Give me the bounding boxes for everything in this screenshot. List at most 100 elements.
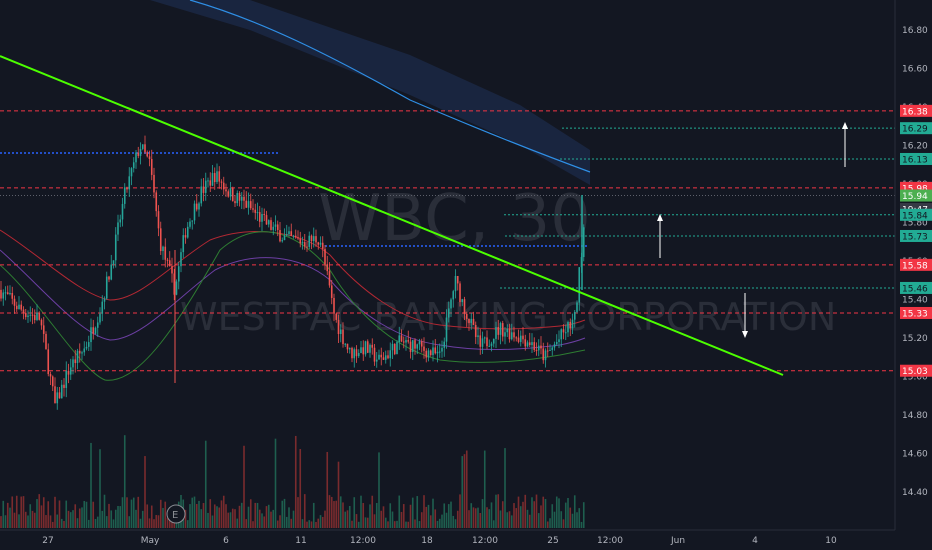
volume-bar xyxy=(508,511,511,528)
volume-bar xyxy=(112,519,115,528)
volume-bar xyxy=(4,515,7,528)
volume-bar xyxy=(443,503,446,528)
candle-body xyxy=(108,276,110,280)
candle-body xyxy=(472,318,475,325)
candle-body xyxy=(423,346,425,351)
volume-bar xyxy=(420,512,423,528)
volume-bar xyxy=(236,518,239,528)
candle-body xyxy=(49,374,52,377)
candle-body xyxy=(74,359,77,364)
candle-body xyxy=(504,332,506,337)
candle-body xyxy=(578,267,581,303)
candle-body xyxy=(391,343,394,351)
candle-body xyxy=(24,312,27,318)
volume-bar xyxy=(74,504,77,528)
volume-bar xyxy=(245,519,248,528)
volume-bar xyxy=(155,514,158,528)
volume-bar xyxy=(141,510,144,528)
volume-bar xyxy=(198,500,200,528)
candle-body xyxy=(434,347,437,354)
volume-bar xyxy=(279,515,281,528)
volume-bar xyxy=(499,510,502,528)
volume-bar xyxy=(15,495,18,528)
volume-bar xyxy=(324,510,326,528)
candle-body xyxy=(148,156,151,159)
volume-bar xyxy=(330,496,333,528)
volume-bar xyxy=(40,505,43,528)
candle-body xyxy=(101,301,104,314)
candle-body xyxy=(371,344,374,348)
candle-body xyxy=(69,367,72,375)
y-tick-label: 14.80 xyxy=(902,411,928,421)
volume-bar xyxy=(137,496,140,528)
candle-body xyxy=(38,312,41,320)
candle-body xyxy=(191,220,194,222)
candle-body xyxy=(290,231,293,236)
candle-body xyxy=(135,152,137,163)
candle-body xyxy=(184,235,187,238)
x-tick-label: 11 xyxy=(295,536,306,546)
candle-body xyxy=(411,340,414,352)
volume-bar xyxy=(117,505,119,528)
candle-body xyxy=(274,224,277,227)
candle-body xyxy=(549,349,551,351)
volume-bar xyxy=(56,514,59,528)
volume-bar xyxy=(571,513,574,528)
y-tick-label: 16.80 xyxy=(902,26,928,36)
candle-body xyxy=(92,327,95,334)
candle-body xyxy=(33,315,36,321)
volume-bar xyxy=(461,456,464,528)
candle-body xyxy=(112,260,115,265)
volume-bar xyxy=(45,515,47,528)
candle-body xyxy=(247,201,250,208)
volume-bar xyxy=(522,501,524,528)
volume-bar xyxy=(301,519,304,528)
volume-bar xyxy=(96,516,99,528)
x-tick-label: 4 xyxy=(752,536,758,546)
candle-body xyxy=(216,171,218,183)
volume-bar xyxy=(303,494,306,528)
candle-body xyxy=(387,355,389,359)
volume-bar xyxy=(297,497,299,528)
volume-bar xyxy=(285,516,288,528)
volume-bar xyxy=(2,500,5,528)
candle-body xyxy=(369,344,371,353)
candle-body xyxy=(427,350,430,358)
candle-body xyxy=(544,350,547,361)
volume-bar xyxy=(544,499,547,528)
candle-body xyxy=(121,203,124,220)
volume-bar xyxy=(308,520,311,528)
candle-body xyxy=(42,325,45,334)
volume-bar xyxy=(87,519,90,528)
candle-body xyxy=(508,328,511,340)
candle-body xyxy=(474,324,477,338)
candle-body xyxy=(85,346,88,349)
candle-body xyxy=(276,224,279,231)
volume-bar xyxy=(31,510,34,528)
volume-bar xyxy=(288,507,290,528)
candle-body xyxy=(528,342,531,346)
volume-bar xyxy=(13,512,16,528)
volume-bar xyxy=(283,498,286,528)
candle-body xyxy=(182,235,185,253)
candle-body xyxy=(249,201,252,209)
volume-bar xyxy=(393,521,396,528)
candle-body xyxy=(513,332,515,338)
volume-bar xyxy=(353,497,356,528)
volume-bar xyxy=(351,520,353,528)
volume-bar xyxy=(310,521,313,528)
volume-bar xyxy=(375,503,378,528)
volume-bar xyxy=(459,494,461,528)
candle-body xyxy=(65,370,68,388)
volume-bar xyxy=(27,515,29,528)
candle-body xyxy=(450,299,452,309)
volume-bar xyxy=(265,506,268,528)
candle-body xyxy=(238,193,241,201)
candle-body xyxy=(373,347,376,362)
volume-bar xyxy=(186,520,189,528)
volume-bar xyxy=(407,521,410,528)
candle-body xyxy=(333,297,335,314)
volume-bar xyxy=(576,512,578,528)
volume-bar xyxy=(402,504,405,528)
price-chart[interactable]: WBC, 30 WESTPAC BANKING CORPORATION E 14… xyxy=(0,0,932,550)
